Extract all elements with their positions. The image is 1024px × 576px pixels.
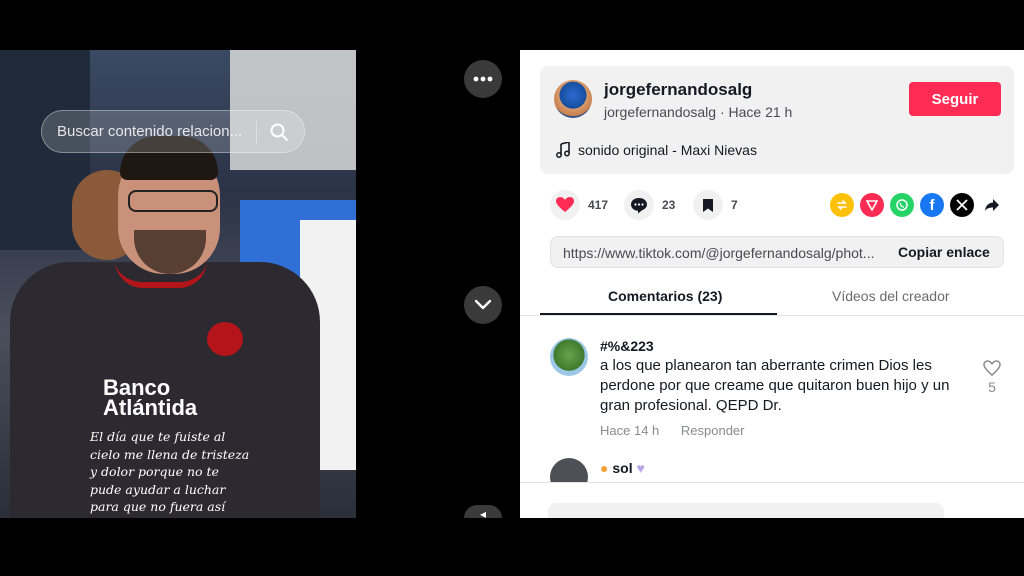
comment-action[interactable]: 23 (624, 190, 675, 220)
glasses (128, 190, 218, 212)
comment-composer (520, 482, 1024, 518)
volume-button[interactable]: ◂ (464, 505, 502, 518)
follow-button[interactable]: Seguir (909, 82, 1001, 116)
like-action[interactable]: 417 (550, 190, 608, 220)
save-count: 7 (731, 198, 738, 212)
search-icon[interactable] (269, 122, 289, 142)
sponsor-line: Atlántida (103, 395, 198, 420)
volume-icon: ◂ (479, 507, 487, 518)
comment-time: Hace 14 h (600, 423, 660, 438)
comment-count: 23 (662, 198, 676, 212)
detail-panel: jorgefernandosalg jorgefernandosalg · Ha… (520, 50, 1024, 518)
repost-icon[interactable] (830, 193, 854, 217)
tab-creator-videos[interactable]: Vídeos del creador (832, 288, 950, 304)
tab-comments[interactable]: Comentarios (23) (608, 288, 722, 304)
heart-icon[interactable] (550, 190, 580, 220)
reply-button[interactable]: Responder (681, 423, 745, 438)
comment-meta: Hace 14 h Responder (600, 423, 763, 438)
comment-text: a los que planearon tan aberrante crimen… (600, 357, 950, 414)
heart-outline-icon[interactable] (983, 360, 1001, 376)
like-count: 417 (588, 198, 609, 212)
action-bar: 417 23 7 f (550, 190, 1010, 224)
next-video-button[interactable] (464, 286, 502, 324)
comment-like-count: 5 (988, 379, 996, 395)
emoji-icon: ● (600, 460, 609, 476)
send-icon[interactable] (860, 193, 884, 217)
commenter-username[interactable]: ● sol ♥ (600, 460, 645, 476)
sound-label: sonido original - Maxi Nievas (578, 142, 757, 158)
save-action[interactable]: 7 (693, 190, 738, 220)
more-options-button[interactable] (464, 60, 502, 98)
creator-subline: jorgefernandosalg · Hace 21 h (604, 104, 793, 120)
commenter-username[interactable]: #%&223 (600, 338, 654, 354)
bookmark-icon[interactable] (693, 190, 723, 220)
more-icon (473, 76, 493, 82)
copy-link-button[interactable]: Copiar enlace (898, 244, 990, 260)
comment-icon[interactable] (624, 190, 654, 220)
chevron-down-icon (474, 299, 492, 310)
comment-input[interactable] (548, 503, 944, 518)
post-url[interactable]: https://www.tiktok.com/@jorgefernandosal… (563, 245, 881, 261)
related-search-bar[interactable]: Buscar contenido relacion... (41, 110, 305, 153)
panel-tabs: Comentarios (23) Vídeos del creador (520, 278, 1024, 316)
facebook-icon[interactable]: f (920, 193, 944, 217)
creator-avatar[interactable] (554, 80, 592, 118)
overlay-caption: El día que te fuiste al cielo me llena d… (90, 429, 250, 518)
whatsapp-icon[interactable] (890, 193, 914, 217)
creator-username[interactable]: jorgefernandosalg (604, 80, 752, 100)
search-placeholder: Buscar contenido relacion... (57, 123, 243, 140)
sound-link[interactable]: sonido original - Maxi Nievas (556, 142, 757, 158)
creator-card: jorgefernandosalg jorgefernandosalg · Ha… (540, 66, 1014, 174)
club-badge (207, 322, 243, 356)
commenter-name: sol (612, 460, 633, 476)
search-divider (256, 121, 257, 144)
active-tab-indicator (540, 313, 777, 315)
heart-emoji-icon: ♥ (636, 460, 645, 476)
post-media[interactable]: Banco Atlántida El día que te fuiste al … (0, 50, 356, 518)
commenter-avatar[interactable] (550, 338, 588, 376)
x-icon[interactable] (950, 193, 974, 217)
jersey-sponsor: Banco Atlántida (103, 377, 198, 420)
music-note-icon (556, 142, 570, 158)
copy-link-field: https://www.tiktok.com/@jorgefernandosal… (550, 236, 1004, 268)
forward-icon[interactable] (980, 193, 1004, 217)
comment-like[interactable]: 5 (982, 360, 1002, 395)
